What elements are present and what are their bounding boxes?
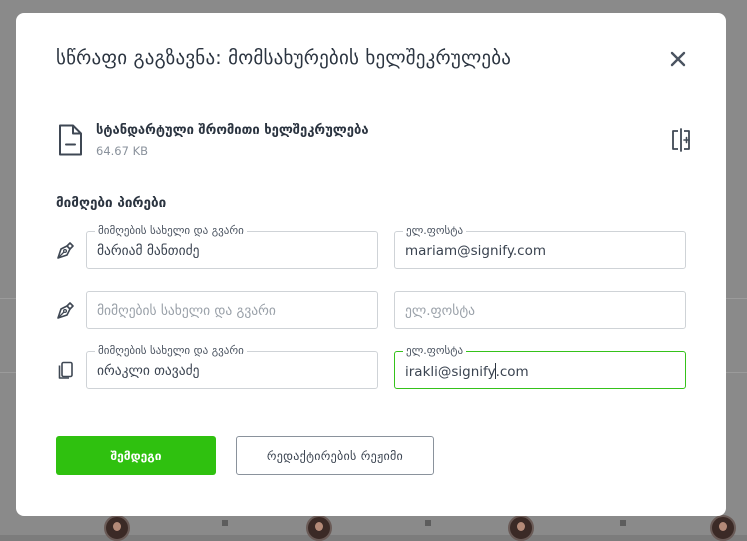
- recipient-email-value: mariam@signify.com: [405, 243, 547, 259]
- background-icon: [425, 520, 431, 526]
- recipient-name-label: მიმღების სახელი და გვარი: [95, 344, 247, 358]
- background-icon: [222, 520, 228, 526]
- background-icon: [620, 520, 626, 526]
- recipient-email-label: ელ.ფოსტა: [403, 344, 467, 358]
- next-button[interactable]: შემდეგი: [56, 436, 216, 475]
- recipient-email-placeholder: ელ.ფოსტა: [405, 303, 476, 319]
- copy-recipient-icon[interactable]: [56, 360, 76, 380]
- email-text-after-caret: .com: [495, 364, 529, 380]
- modal-title: სწრაფი გაგზავნა: მომსახურების ხელშეკრულე…: [56, 47, 512, 69]
- recipient-email-value: irakli@signify.com: [405, 363, 529, 380]
- close-icon[interactable]: [666, 47, 690, 71]
- recipient-name-field[interactable]: მიმღების სახელი და გვარი: [86, 291, 378, 329]
- email-text-before-caret: irakli@signify: [405, 364, 496, 380]
- signer-pen-icon[interactable]: [55, 241, 75, 261]
- avatar: [306, 515, 332, 541]
- recipient-name-value: მარიამ მანთიძე: [97, 243, 200, 259]
- document-size: 64.67 KB: [96, 144, 149, 158]
- recipient-name-placeholder: მიმღების სახელი და გვარი: [97, 303, 276, 319]
- recipient-email-field[interactable]: ელ.ფოსტა: [394, 291, 686, 329]
- recipient-name-field[interactable]: მიმღების სახელი და გვარი ირაკლი თავაძე: [86, 344, 378, 389]
- recipient-name-field[interactable]: მიმღების სახელი და გვარი მარიამ მანთიძე: [86, 224, 378, 269]
- quick-send-modal: სწრაფი გაგზავნა: მომსახურების ხელშეკრულე…: [16, 13, 726, 516]
- edit-mode-button[interactable]: რედაქტირების რეჟიმი: [236, 436, 434, 475]
- avatar: [710, 515, 736, 541]
- recipients-heading: მიმღები პირები: [56, 195, 167, 211]
- recipient-name-label: მიმღების სახელი და გვარი: [95, 224, 247, 238]
- replace-document-icon[interactable]: [670, 128, 692, 152]
- recipient-email-field[interactable]: ელ.ფოსტა irakli@signify.com: [394, 344, 686, 389]
- recipient-email-field[interactable]: ელ.ფოსტა mariam@signify.com: [394, 224, 686, 269]
- recipient-name-value: ირაკლი თავაძე: [97, 363, 200, 379]
- document-name: სტანდარტული შრომითი ხელშეკრულება: [96, 123, 369, 138]
- avatar: [508, 515, 534, 541]
- recipient-email-label: ელ.ფოსტა: [403, 224, 467, 238]
- avatar: [104, 515, 130, 541]
- signer-pen-icon[interactable]: [55, 301, 75, 321]
- document-icon: [57, 124, 83, 156]
